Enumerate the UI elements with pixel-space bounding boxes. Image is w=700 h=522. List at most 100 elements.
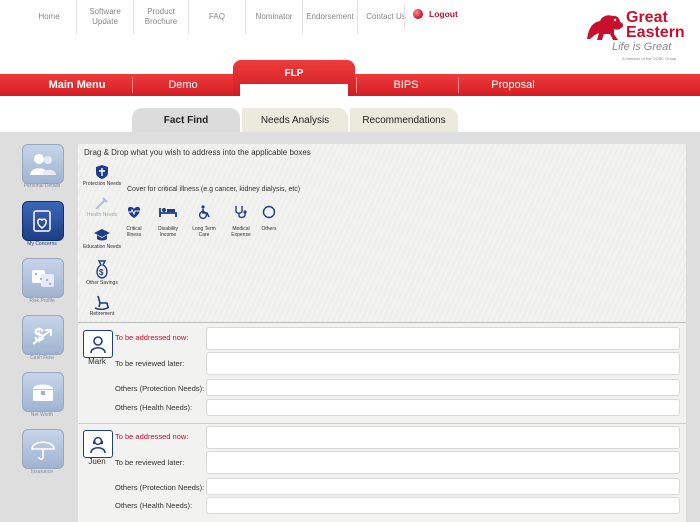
sidebar-item-risk-profile-label: Risk Profile — [29, 298, 55, 304]
nav-nominator[interactable]: Nominator — [245, 0, 302, 34]
main-menu-title-label: Main Menu — [48, 79, 106, 91]
sidebar-item-insurance-label: Insurance — [31, 469, 53, 475]
category-other-savings-label: Other Savings — [86, 280, 118, 286]
section-divider — [78, 322, 686, 323]
umbrella-icon — [31, 441, 55, 461]
menu-item-demo-label: Demo — [168, 79, 198, 91]
nav-software-update[interactable]: Software Update — [76, 0, 133, 34]
lion-icon — [587, 15, 624, 40]
review-later-dropzone[interactable] — [206, 451, 680, 474]
option-long-term-care[interactable]: Long Term Care — [185, 199, 223, 238]
option-medical-expense-label: Medical Expense — [231, 226, 251, 238]
nav-contact-us-label: Contact Us — [366, 12, 406, 21]
nav-divider — [404, 4, 405, 30]
category-retirement-label: Retirement — [89, 311, 115, 317]
nav-nominator-label: Nominator — [255, 12, 293, 21]
person-divider — [78, 423, 686, 424]
nav-contact-us[interactable]: Contact Us — [357, 0, 414, 34]
others-health-label: Others (Health Needs): — [115, 501, 193, 510]
nav-endorsement[interactable]: Endorsement — [302, 0, 357, 34]
circle-icon — [262, 205, 276, 219]
sidebar-item-insurance[interactable] — [22, 429, 64, 469]
top-nav: Home Software Update Product Brochure FA… — [22, 0, 414, 34]
sidebar-item-my-concerns[interactable] — [22, 201, 64, 241]
brand-tagline: Life is Great — [612, 41, 672, 53]
nav-home[interactable]: Home — [22, 0, 76, 34]
mortarboard-icon — [94, 229, 110, 241]
nav-faq[interactable]: FAQ — [188, 0, 245, 34]
others-protection-label: Others (Protection Needs): — [115, 483, 205, 492]
category-health-needs-label: Health Needs — [86, 212, 118, 218]
sidebar-item-cash-flow-label: Cash Flow — [30, 355, 54, 361]
nav-product-brochure[interactable]: Product Brochure — [133, 0, 188, 34]
option-long-term-care-label: Long Term Care — [192, 226, 216, 238]
person-name: Juen — [88, 457, 106, 466]
person-name: Mark — [88, 357, 106, 366]
review-later-dropzone[interactable] — [206, 352, 680, 375]
logout-icon — [413, 9, 423, 19]
others-protection-field[interactable] — [206, 379, 680, 396]
menu-item-bips-label: BIPS — [393, 79, 419, 91]
menu-item-proposal-label: Proposal — [491, 79, 535, 91]
menu-item-proposal[interactable]: Proposal — [458, 74, 568, 96]
menu-item-flp[interactable]: FLP — [233, 60, 355, 96]
category-protection-needs-label: Protection Needs — [82, 181, 122, 187]
nav-faq-label: FAQ — [208, 12, 225, 21]
people-icon — [30, 154, 56, 175]
category-protection-needs[interactable]: Protection Needs — [80, 164, 124, 187]
stethoscope-icon — [235, 206, 247, 219]
category-education-needs-label: Education Needs — [82, 244, 122, 250]
address-now-dropzone[interactable] — [206, 426, 680, 449]
wheelchair-icon — [198, 205, 210, 219]
sidebar-item-my-concerns-label: My Concerns — [27, 241, 57, 247]
menu-item-demo[interactable]: Demo — [133, 74, 233, 96]
brand-logo: Great Eastern Life is Great A member of … — [584, 10, 694, 61]
cover-description: Cover for critical illness (e.g cancer, … — [127, 186, 301, 193]
others-health-field[interactable] — [206, 497, 680, 514]
others-protection-label: Others (Protection Needs): — [115, 384, 205, 393]
option-critical-illness[interactable]: Critical Illness — [115, 199, 153, 238]
person-female-icon — [90, 436, 106, 454]
tab-fact-find-label: Fact Find — [163, 114, 209, 126]
category-other-savings[interactable]: $ Other Savings — [80, 259, 124, 286]
dice-icon — [32, 270, 54, 287]
tab-needs-analysis[interactable]: Needs Analysis — [242, 108, 348, 132]
review-later-label: To be reviewed later: — [115, 458, 185, 467]
brand-name-line2: Eastern — [626, 24, 685, 41]
nav-product-brochure-label: Product Brochure — [144, 7, 178, 26]
sidebar-item-net-worth-label: Net Worth — [30, 412, 54, 418]
address-now-label: To be addressed now: — [115, 333, 189, 342]
nav-endorsement-label: Endorsement — [306, 12, 354, 21]
syringe-icon — [95, 197, 108, 210]
logout-label: Logout — [429, 9, 458, 19]
nav-software-update-label: Software Update — [89, 7, 121, 26]
sidebar-item-net-worth[interactable] — [22, 372, 64, 412]
others-protection-field[interactable] — [206, 478, 680, 495]
sidebar-item-risk-profile[interactable] — [22, 258, 64, 298]
option-others[interactable]: Others — [250, 199, 288, 232]
category-retirement[interactable]: Retirement — [80, 294, 124, 317]
main-menu-title[interactable]: Main Menu — [22, 74, 132, 96]
logout-button[interactable]: Logout — [413, 9, 458, 19]
menu-item-flp-label: FLP — [284, 68, 304, 79]
menu-item-bips[interactable]: BIPS — [356, 74, 456, 96]
address-now-dropzone[interactable] — [206, 327, 680, 350]
flp-tab-notch — [240, 84, 348, 96]
sidebar-item-cash-flow[interactable]: $ — [22, 315, 64, 355]
instruction-text: Drag & Drop what you wish to address int… — [84, 148, 311, 157]
person-icon — [90, 336, 106, 354]
others-health-field[interactable] — [206, 399, 680, 416]
avatar — [83, 430, 113, 458]
bed-icon — [159, 208, 177, 217]
option-disability-income[interactable]: Disability Income — [149, 199, 187, 238]
review-later-label: To be reviewed later: — [115, 359, 185, 368]
option-others-label: Others — [261, 226, 277, 232]
address-now-label: To be addressed now: — [115, 432, 189, 441]
sidebar-item-personal-details[interactable] — [22, 144, 64, 184]
shield-icon — [96, 165, 108, 179]
sidebar-item-personal-details-label: Personal Details — [23, 183, 61, 189]
tab-fact-find[interactable]: Fact Find — [132, 108, 240, 132]
tab-recommendations[interactable]: Recommendations — [350, 108, 458, 132]
chest-icon — [33, 384, 53, 401]
nav-home-label: Home — [38, 12, 60, 21]
